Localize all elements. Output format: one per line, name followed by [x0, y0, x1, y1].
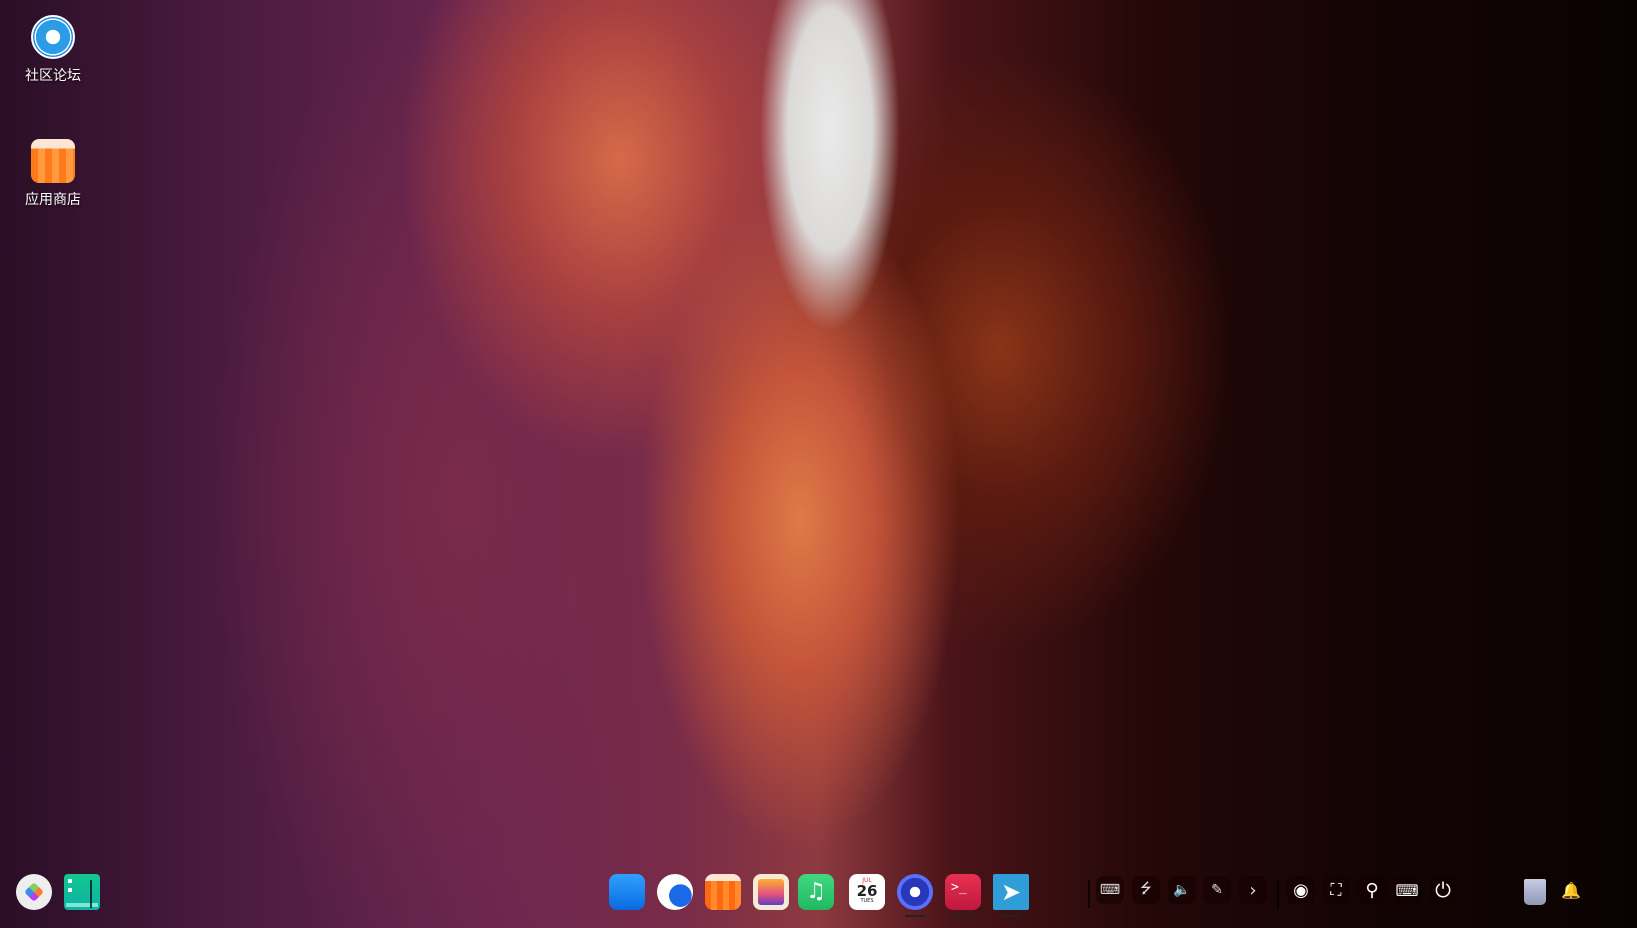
running-indicator — [953, 915, 973, 917]
multitask-view-icon[interactable] — [64, 874, 100, 910]
desktop-icon-forum[interactable]: 社区论坛 — [3, 15, 103, 85]
terminal-icon[interactable]: >_ — [945, 874, 981, 910]
browser-icon[interactable] — [657, 874, 693, 910]
keyboard-layout-icon[interactable]: ⌨ — [1096, 876, 1124, 904]
screenshot-icon[interactable]: ⛶ — [1322, 876, 1350, 904]
running-indicator — [1001, 915, 1021, 917]
search-icon[interactable]: ⚲ — [1358, 876, 1386, 904]
launcher-icon[interactable] — [16, 874, 52, 910]
system-monitor-icon[interactable]: ◉ — [1287, 876, 1315, 904]
running-indicator — [905, 915, 925, 917]
desktop-icon-label: 社区论坛 — [25, 68, 81, 84]
desktop-icon-label: 应用商店 — [25, 192, 81, 208]
calendar-icon[interactable]: JUL 26 TUES — [849, 874, 885, 910]
pen-icon[interactable]: ✎ — [1203, 876, 1231, 904]
dock: ♫ JUL 26 TUES >_ ➤ ⌨ ⭍ 🔈 ✎ › ◉ ⛶ ⚲ ⌨ ⏻ 🔔 — [0, 866, 1637, 922]
usb-icon[interactable]: ⭍ — [1132, 876, 1160, 904]
volume-icon[interactable]: 🔈 — [1168, 876, 1196, 904]
music-icon[interactable]: ♫ — [798, 874, 834, 910]
desktop-wallpaper — [0, 0, 1637, 928]
dock-separator — [1277, 880, 1279, 908]
deepin-forum-icon — [31, 15, 75, 59]
onscreen-keyboard-icon[interactable]: ⌨ — [1393, 876, 1421, 904]
settings-icon[interactable] — [897, 874, 933, 910]
power-icon[interactable]: ⏻ — [1429, 876, 1457, 904]
app-store-icon — [31, 139, 75, 183]
cursor-icon[interactable]: ➤ — [993, 874, 1029, 910]
desktop-icon-app-store[interactable]: 应用商店 — [3, 139, 103, 209]
expand-tray-icon[interactable]: › — [1239, 876, 1267, 904]
image-viewer-icon[interactable] — [753, 874, 789, 910]
dock-separator — [90, 880, 92, 908]
dock-separator — [1088, 880, 1090, 908]
folder-icon[interactable] — [609, 874, 645, 910]
trash-icon[interactable] — [1524, 879, 1546, 905]
notification-bell-icon[interactable]: 🔔 — [1557, 876, 1585, 904]
app-store-icon[interactable] — [705, 874, 741, 910]
